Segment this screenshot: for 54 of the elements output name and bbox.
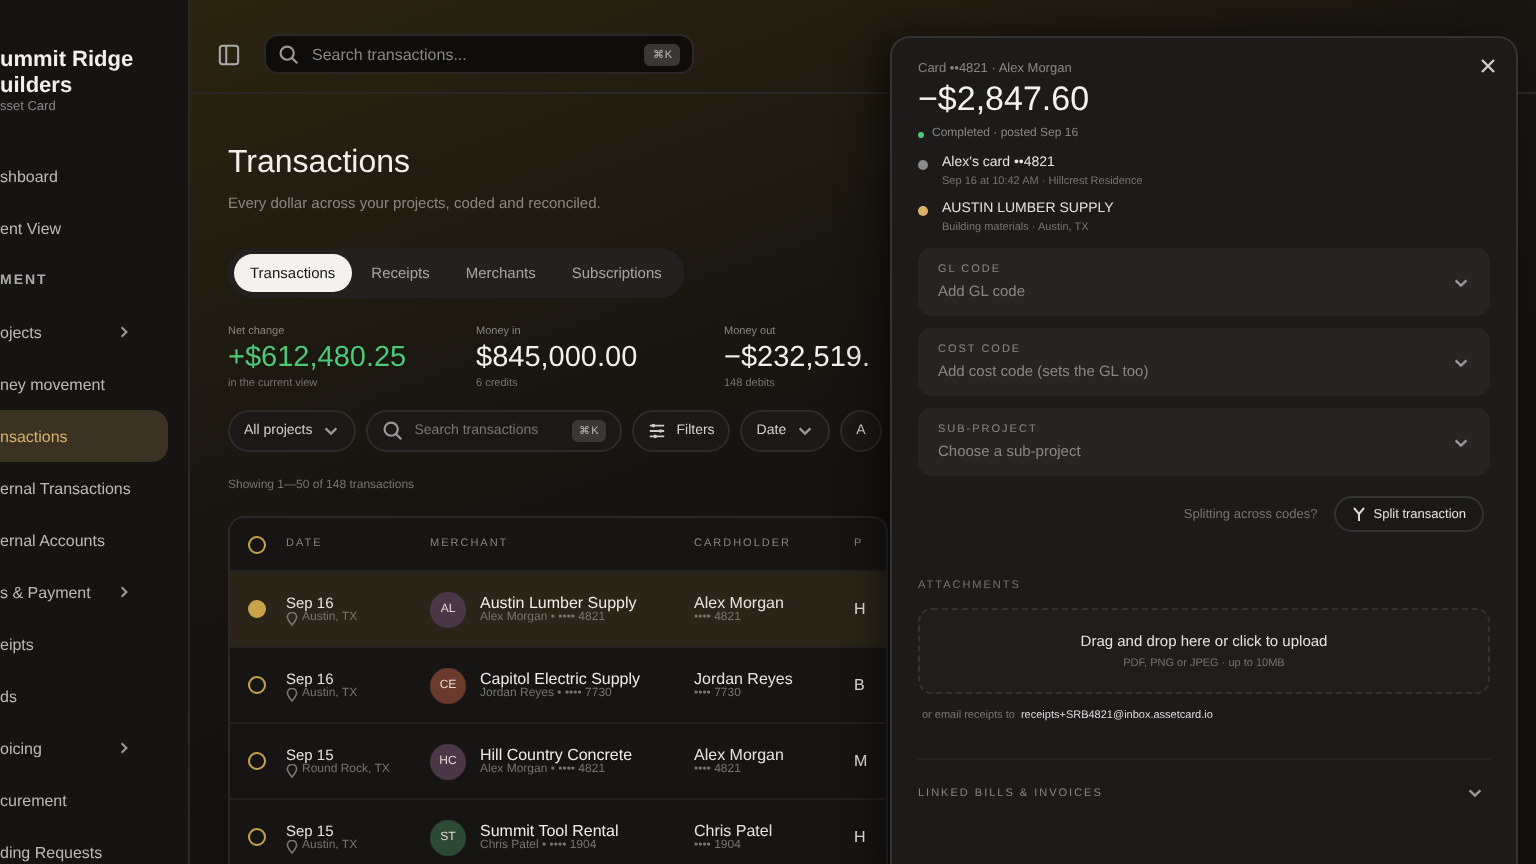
nav-item[interactable]: ds (0, 670, 168, 722)
table-cell-text: M (854, 752, 870, 770)
merchant-name: Hill Country Concrete (480, 746, 633, 764)
row-radio[interactable] (248, 828, 266, 846)
merchant-name: Austin Lumber Supply (480, 594, 637, 612)
stat-value: −$232,519. (724, 342, 870, 374)
nav-item[interactable]: ney movement (0, 358, 168, 410)
cardholder-name: Alex Morgan (694, 594, 786, 612)
merchant-name: Summit Tool Rental (480, 822, 619, 840)
nav-item[interactable]: ernal Accounts (0, 514, 168, 566)
nav-item[interactable]: s & Payment (0, 566, 168, 618)
nav-item[interactable]: ernal Transactions (0, 462, 168, 514)
cardholder-name: Alex Morgan (694, 746, 786, 764)
table-cell-text: H (854, 828, 868, 846)
pin-icon (286, 687, 298, 701)
row-radio[interactable] (248, 752, 266, 770)
status-dot (918, 131, 924, 137)
sliders-icon (648, 422, 667, 440)
chevron-right-icon (116, 584, 132, 600)
nav-item[interactable]: curement (0, 774, 168, 826)
org-name: ummit Ridge (0, 48, 136, 74)
stat-value: $845,000.00 (476, 342, 638, 374)
nav-item[interactable]: eipts (0, 618, 168, 670)
nav-item[interactable]: ojects (0, 306, 168, 358)
search-icon (382, 420, 405, 442)
nav-item[interactable]: oicing (0, 722, 168, 774)
select-all-radio[interactable] (248, 535, 266, 553)
table-cell-text: B (854, 676, 867, 694)
fork-icon (1351, 506, 1366, 522)
chevron-down-icon (1466, 784, 1484, 802)
nav-item[interactable]: nsactions (0, 410, 168, 462)
table-cell-text: H (854, 600, 868, 618)
sidebar-toggle-icon[interactable] (218, 43, 240, 65)
cardholder-name: Jordan Reyes (694, 670, 795, 688)
pin-icon (286, 763, 298, 777)
nav-item[interactable]: ding Requests (0, 826, 168, 864)
chevron-right-icon (116, 324, 132, 340)
org-name: uilders (0, 74, 75, 100)
nav-item[interactable]: ent View (0, 202, 168, 254)
merchant-name: Capitol Electric Supply (480, 670, 641, 688)
row-radio[interactable] (248, 676, 266, 694)
pin-icon (286, 839, 298, 853)
amount: −$2,847.60 (918, 80, 1092, 120)
stat-value: +$612,480.25 (228, 342, 407, 374)
close-icon (1480, 58, 1496, 74)
chevron-down-icon (322, 422, 341, 440)
chevron-right-icon (116, 740, 132, 756)
pin-icon (286, 611, 298, 625)
nav-item[interactable]: shboard (0, 150, 168, 202)
page-title: Transactions (228, 146, 410, 182)
chevron-down-icon (796, 422, 815, 440)
search-icon (278, 43, 300, 65)
row-radio[interactable] (248, 600, 266, 618)
cardholder-name: Chris Patel (694, 822, 775, 840)
